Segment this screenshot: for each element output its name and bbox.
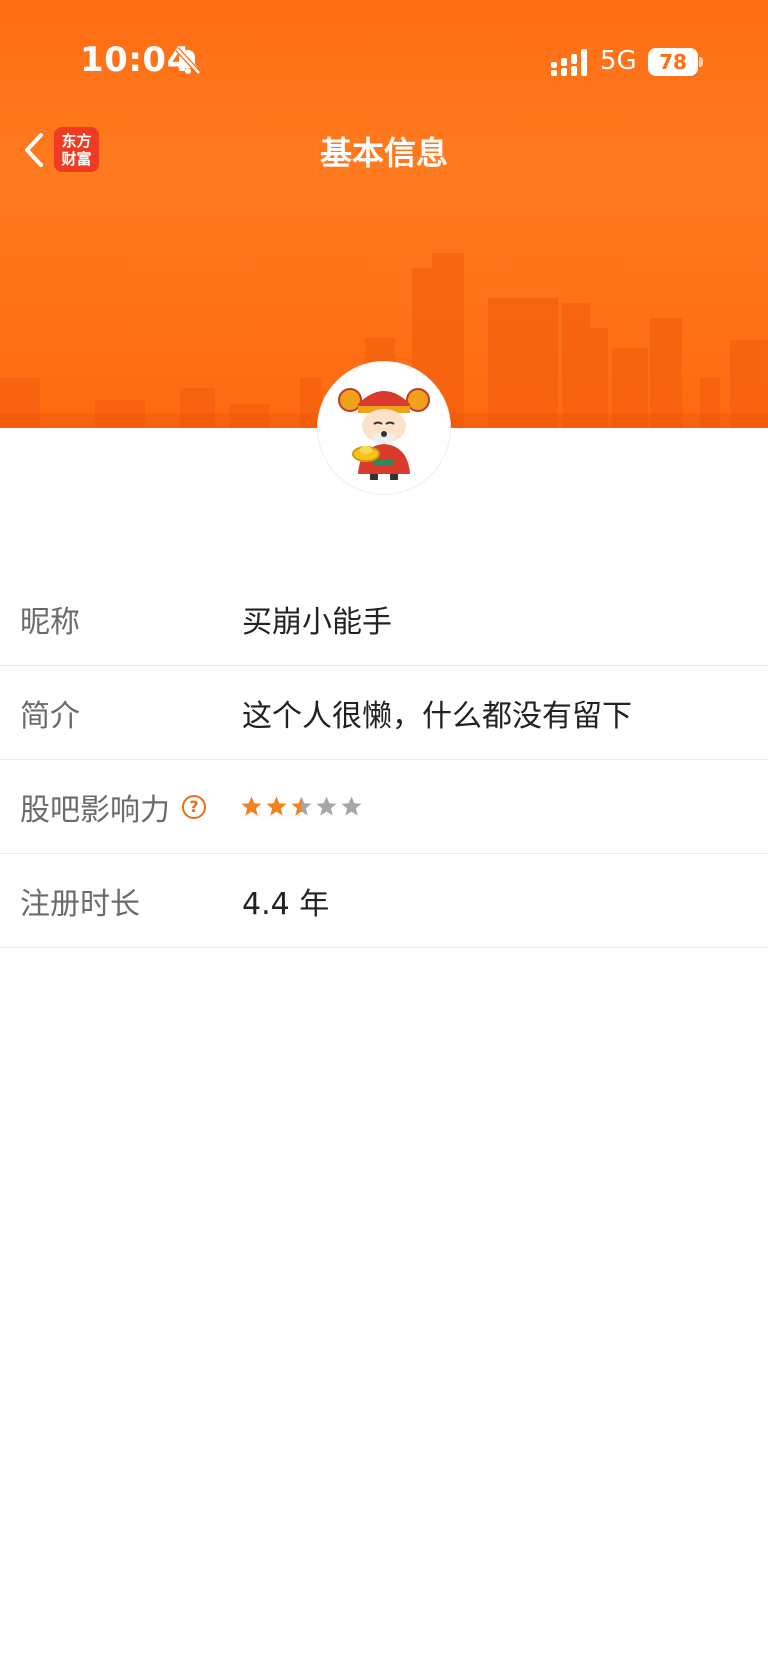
- influence-label-wrap: 股吧影响力 ?: [20, 785, 206, 829]
- network-type: 5G: [600, 46, 637, 76]
- registration-value: 4.4 年: [242, 886, 330, 922]
- help-icon[interactable]: ?: [182, 794, 206, 819]
- nickname-value: 买崩小能手: [242, 604, 392, 640]
- star-icon: [266, 796, 287, 816]
- star-icon: [291, 796, 312, 816]
- registration-label: 注册时长: [20, 886, 140, 922]
- signal-icon: [551, 49, 587, 76]
- bell-muted-icon: [175, 47, 201, 75]
- nickname-label: 昵称: [20, 604, 80, 640]
- row-registration: 注册时长 4.4 年: [0, 854, 768, 948]
- profile-page: 10:04 5G 78 东方 财富 基本信息 昵称 买崩小能手 简介 这个人很懒…: [0, 0, 768, 1670]
- row-influence: 股吧影响力 ?: [0, 760, 768, 854]
- influence-rating: [240, 795, 363, 818]
- star-icon: [241, 796, 262, 816]
- bio-label: 简介: [20, 698, 80, 734]
- profile-info-list: 昵称 买崩小能手 简介 这个人很懒，什么都没有留下 股吧影响力 ? 注册时长 4…: [0, 572, 768, 948]
- star-icon: [341, 796, 362, 816]
- battery-tip: [699, 57, 703, 67]
- star-icon: [316, 796, 337, 816]
- row-nickname: 昵称 买崩小能手: [0, 572, 768, 666]
- bio-value: 这个人很懒，什么都没有留下: [242, 698, 632, 734]
- battery-icon: 78: [648, 48, 698, 76]
- caishen-avatar-icon: [318, 362, 450, 494]
- status-bar: 10:04 5G 78: [0, 0, 768, 120]
- row-bio: 简介 这个人很懒，什么都没有留下: [0, 666, 768, 760]
- influence-label: 股吧影响力: [20, 792, 170, 828]
- page-title: 基本信息: [319, 134, 448, 172]
- avatar[interactable]: [318, 362, 450, 494]
